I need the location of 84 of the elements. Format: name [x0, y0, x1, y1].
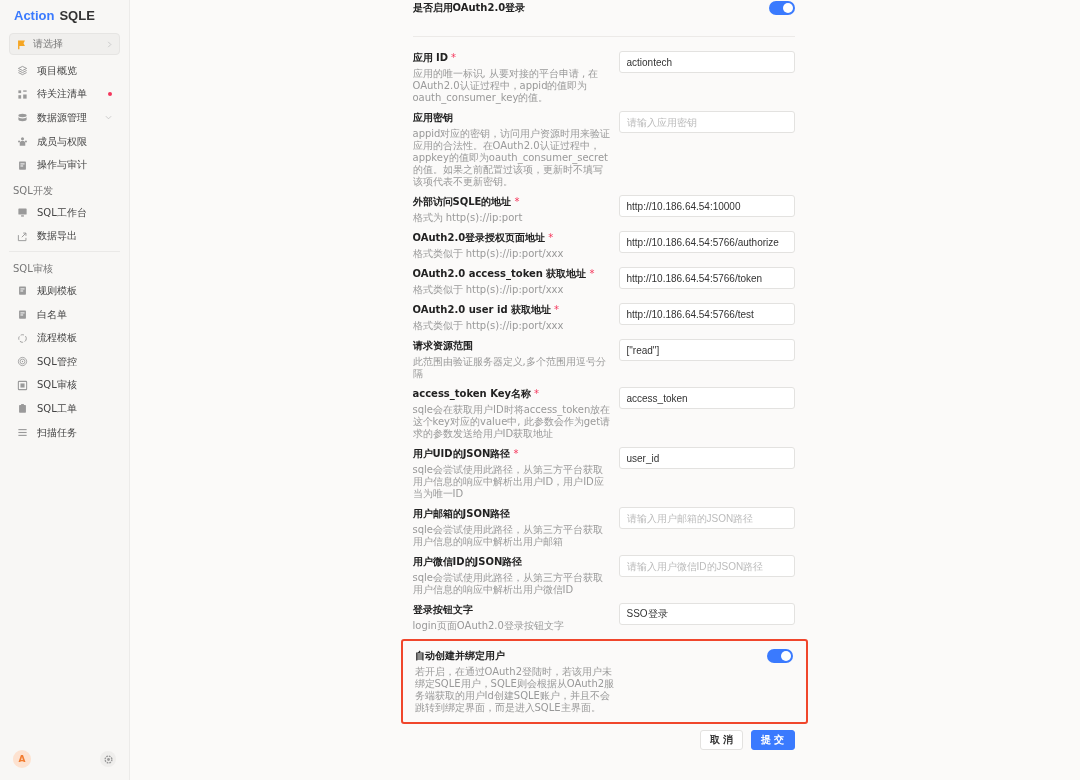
field-description: 若开启，在通过OAuth2登陆时，若该用户未绑定SQLE用户，SQLE则会根据从OAuth2服务端获取的用户Id创建SQLE账户，并且不会跳转到绑定界面，而是进入SQLE主界面。	[414, 666, 615, 714]
grid-icon	[17, 88, 28, 100]
sidebar-item[interactable]: 操作与审计	[9, 153, 120, 177]
field-description: 此范围由验证服务器定义,多个范围用逗号分隔	[412, 356, 607, 380]
field-description: 格式类似于 http(s)://ip:port/xxx	[412, 248, 565, 260]
field-label: access_token Key名称	[412, 387, 532, 401]
sidebar-item[interactable]: 成员与权限	[9, 129, 120, 154]
toggle-switch[interactable]	[766, 649, 793, 663]
required-mark: *	[548, 232, 554, 243]
sidebar-item[interactable]: 数据导出	[9, 224, 120, 249]
sidebar-item[interactable]: 数据源管理	[9, 106, 120, 130]
doc-icon	[17, 309, 28, 321]
monitor-icon	[17, 207, 28, 219]
input-field[interactable]: http://10.186.64.54:5766/authorize	[618, 231, 795, 253]
sidebar-item[interactable]: SQL审核	[9, 373, 120, 398]
field-label: 用户UID的JSON路径	[412, 447, 511, 461]
required-mark: *	[451, 52, 456, 63]
input-field[interactable]: 请输入应用密钥	[618, 111, 795, 133]
field-description: 格式类似于 http(s)://ip:port/xxx	[412, 284, 565, 296]
sidebar-item[interactable]: SQL管控	[9, 349, 120, 374]
sidebar-item[interactable]: 流程模板	[9, 326, 120, 350]
field-description: login页面OAuth2.0登录按钮文字	[412, 620, 565, 632]
export-icon	[17, 230, 28, 242]
cancel-button[interactable]: 取 消	[699, 730, 743, 750]
field-description: sqle会在获取用户ID时将access_token放在这个key对应的value中, 此参数会作为get请求的参数发送给用户ID获取地址	[412, 404, 611, 440]
logo-product: SQLE	[59, 8, 95, 23]
sidebar-item[interactable]: SQL工作台	[9, 200, 120, 225]
input-field[interactable]: http://10.186.64.54:5766/test	[618, 303, 795, 325]
input-field[interactable]: http://10.186.64.54:5766/token	[618, 267, 795, 289]
field-label: 是否启用OAuth2.0登录	[412, 1, 526, 15]
field-description: appid对应的密钥，访问用户资源时用来验证应用的合法性。在OAuth2.0认证过程中，appkey的值即为oauth_consumer_secret的值。如果之前配置过该项，更新时不填写该项代表不更新密钥。	[412, 128, 611, 188]
sidebar-item[interactable]: 待关注清单	[9, 82, 120, 107]
lines-icon	[17, 427, 28, 438]
settings-button[interactable]	[100, 751, 116, 767]
clipboard-icon	[17, 403, 28, 415]
field-description: sqle会尝试使用此路径，从第三方平台获取用户信息的响应中解析出用户邮箱	[412, 524, 604, 548]
doc-icon	[17, 159, 28, 171]
sidebar-item[interactable]: SQL工单	[9, 397, 120, 421]
field-description: sqle会尝试使用此路径，从第三方平台获取用户信息的响应中解析出用户微信ID	[412, 572, 604, 596]
field-label: 用户邮箱的JSON路径	[412, 507, 511, 521]
project-select[interactable]: 请选择	[9, 33, 120, 55]
field-description: 格式为 http(s)://ip:port	[412, 212, 524, 224]
layers-icon	[17, 65, 28, 77]
submit-button[interactable]: 提 交	[751, 730, 795, 750]
section-heading: SQL审核	[12, 262, 54, 277]
fingerprint-icon	[17, 356, 28, 368]
settings-icon	[103, 754, 113, 764]
sidebar-item[interactable]: 扫描任务	[9, 420, 120, 445]
input-field[interactable]: SSO登录	[618, 603, 795, 625]
frame-icon	[17, 379, 28, 391]
field-label: OAuth2.0 user id 获取地址	[412, 303, 552, 317]
field-label: 请求资源范围	[412, 339, 473, 353]
sidebar-item[interactable]: 规则模板	[9, 279, 120, 303]
toggle-switch[interactable]	[768, 1, 795, 15]
sidebar-item[interactable]: 项目概览	[9, 59, 120, 83]
field-label: 自动创建并绑定用户	[414, 649, 506, 663]
input-field[interactable]: http://10.186.64.54:10000	[618, 195, 795, 217]
flag-icon	[16, 38, 27, 50]
input-field[interactable]: ["read"]	[618, 339, 795, 361]
field-label: 应用 ID	[412, 51, 448, 65]
section-heading: SQL开发	[12, 183, 54, 198]
input-field[interactable]: user_id	[618, 447, 795, 469]
database-icon	[17, 112, 28, 124]
sidebar-item[interactable]: 白名单	[9, 302, 120, 327]
input-field[interactable]: 请输入用户微信ID的JSON路径	[618, 555, 795, 577]
field-label: 用户微信ID的JSON路径	[412, 555, 523, 569]
required-mark: *	[514, 196, 520, 207]
field-label: 登录按钮文字	[412, 603, 473, 617]
cycle-icon	[17, 332, 28, 344]
doc-icon	[17, 285, 28, 297]
required-mark: *	[534, 388, 540, 399]
people-icon	[17, 136, 28, 148]
required-mark: *	[513, 448, 519, 459]
field-description: 格式类似于 http(s)://ip:port/xxx	[412, 320, 565, 332]
field-label: OAuth2.0登录授权页面地址	[412, 231, 546, 245]
logo-brand: Action	[14, 8, 55, 23]
required-mark: *	[554, 304, 560, 315]
input-field[interactable]: actiontech	[618, 51, 795, 73]
field-label: 外部访问SQLE的地址	[412, 195, 512, 209]
required-mark: *	[589, 268, 595, 279]
input-field[interactable]: access_token	[618, 387, 795, 409]
chevron-right-icon	[106, 40, 113, 48]
field-label: 应用密钥	[412, 111, 453, 125]
field-label: OAuth2.0 access_token 获取地址	[412, 267, 587, 281]
